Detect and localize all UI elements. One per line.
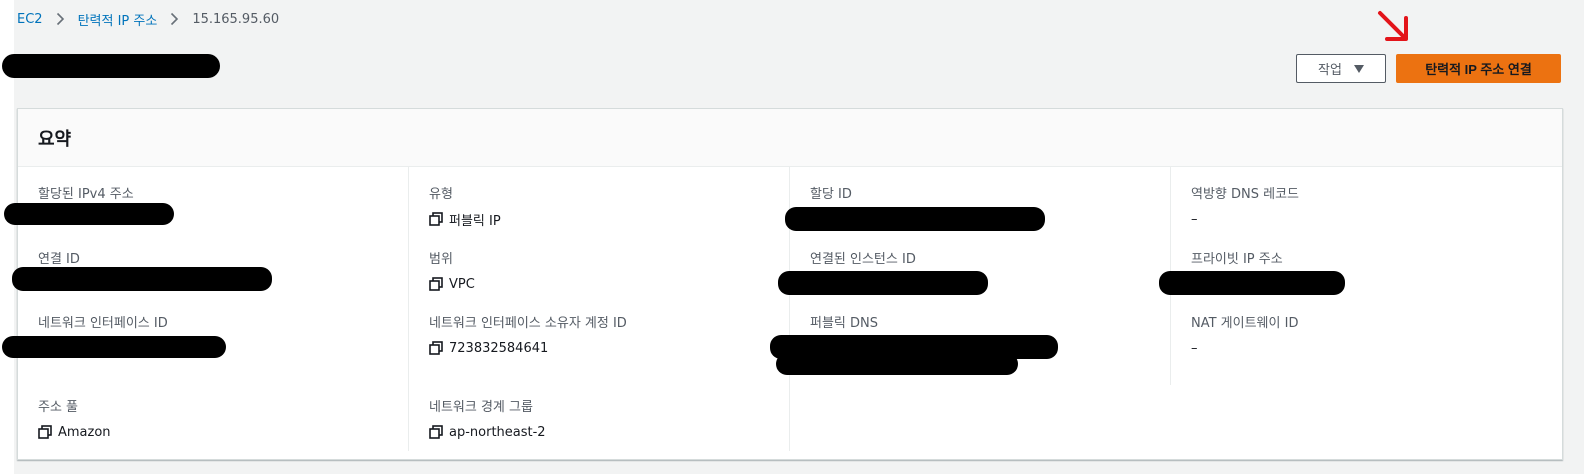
summary-column-3: 할당 ID 연결된 인스턴스 ID 퍼블릭 DNS: [770, 167, 1170, 451]
actions-label: 작업: [1318, 62, 1342, 77]
reverse-dns-value-row: –: [1191, 210, 1299, 228]
summary-header: 요약: [18, 109, 1562, 167]
allocation-id-label: 할당 ID: [810, 187, 852, 202]
copy-icon[interactable]: [429, 277, 443, 291]
summary-title: 요약: [38, 128, 72, 150]
private-ip-label: 프라이빗 IP 주소: [1191, 252, 1283, 267]
actions-dropdown-button[interactable]: 작업: [1296, 54, 1386, 83]
owner-account-id-field: 네트워크 인터페이스 소유자 계정 ID 723832584641: [429, 312, 627, 357]
breadcrumb-ec2-link[interactable]: EC2: [17, 12, 43, 27]
allocation-id-field: 할당 ID: [810, 183, 852, 202]
nat-gateway-id-value: –: [1191, 340, 1198, 356]
owner-account-id-value: 723832584641: [449, 340, 549, 356]
association-id-field: 연결 ID: [38, 248, 80, 267]
page-title-redaction: [2, 54, 220, 78]
nat-gateway-id-field: NAT 게이트웨이 ID –: [1191, 312, 1298, 357]
address-pool-value-row: Amazon: [38, 423, 111, 441]
annotation-arrow-icon: [1378, 11, 1408, 41]
private-ip-redaction: [1159, 271, 1345, 295]
copy-icon[interactable]: [429, 425, 443, 439]
associated-instance-id-redaction: [778, 271, 988, 295]
summary-column-4: 역방향 DNS 레코드 – 프라이빗 IP 주소 NAT 게이트웨이 ID –: [1159, 167, 1551, 385]
nat-gateway-id-label: NAT 게이트웨이 ID: [1191, 316, 1299, 331]
allocation-id-redaction: [785, 207, 1045, 231]
allocated-ipv4-field: 할당된 IPv4 주소: [38, 183, 134, 202]
associate-elastic-ip-button[interactable]: 탄력적 IP 주소 연결: [1396, 54, 1561, 83]
summary-panel: 요약 할당된 IPv4 주소 연결 ID 네트워크 인터페이스 ID 주소 풀 …: [2, 108, 1563, 460]
scope-value-row: VPC: [429, 275, 475, 293]
copy-icon[interactable]: [38, 425, 52, 439]
scope-value: VPC: [449, 276, 475, 292]
public-dns-redaction-2: [776, 353, 1018, 375]
public-dns-field: 퍼블릭 DNS: [810, 312, 878, 331]
address-pool-value: Amazon: [58, 424, 111, 440]
type-value: 퍼블릭 IP: [449, 213, 501, 229]
address-pool-label: 주소 풀: [38, 400, 79, 415]
address-pool-field: 주소 풀 Amazon: [38, 396, 111, 441]
network-border-group-value-row: ap-northeast-2: [429, 423, 546, 441]
association-id-redaction: [12, 267, 272, 291]
allocated-ipv4-redaction: [4, 203, 174, 225]
network-interface-id-field: 네트워크 인터페이스 ID: [38, 312, 168, 331]
summary-column-1: 할당된 IPv4 주소 연결 ID 네트워크 인터페이스 ID 주소 풀 Ama…: [2, 167, 399, 445]
page: EC2 탄력적 IP 주소 15.165.95.60 작업 탄력적 IP 주소 …: [2, 0, 1584, 474]
associated-instance-id-field: 연결된 인스턴스 ID: [810, 248, 916, 267]
nat-gateway-id-value-row: –: [1191, 339, 1298, 357]
type-field: 유형 퍼블릭 IP: [429, 183, 501, 229]
owner-account-id-value-row: 723832584641: [429, 339, 627, 357]
caret-down-icon: [1353, 64, 1364, 73]
breadcrumb-current: 15.165.95.60: [192, 11, 280, 27]
summary-column-2: 유형 퍼블릭 IP 범위 VPC 네트워크 인터페이스 소유자 계정 ID 72…: [408, 167, 789, 451]
network-border-group-value: ap-northeast-2: [449, 424, 546, 440]
scope-label: 범위: [429, 252, 453, 267]
breadcrumb: EC2 탄력적 IP 주소 15.165.95.60: [17, 10, 280, 29]
copy-icon[interactable]: [429, 341, 443, 355]
chevron-right-icon: [56, 12, 65, 26]
copy-icon[interactable]: [429, 212, 443, 226]
type-label: 유형: [429, 187, 453, 202]
network-border-group-field: 네트워크 경계 그룹 ap-northeast-2: [429, 396, 546, 441]
associated-instance-id-label: 연결된 인스턴스 ID: [810, 252, 916, 267]
network-interface-id-redaction: [2, 336, 226, 358]
reverse-dns-label: 역방향 DNS 레코드: [1191, 187, 1300, 202]
allocated-ipv4-label: 할당된 IPv4 주소: [38, 187, 134, 202]
network-border-group-label: 네트워크 경계 그룹: [429, 400, 533, 415]
public-dns-label: 퍼블릭 DNS: [810, 316, 878, 331]
private-ip-field: 프라이빗 IP 주소: [1191, 248, 1283, 267]
owner-account-id-label: 네트워크 인터페이스 소유자 계정 ID: [429, 316, 627, 331]
scope-field: 범위 VPC: [429, 248, 475, 293]
network-interface-id-label: 네트워크 인터페이스 ID: [38, 316, 168, 331]
type-value-row: 퍼블릭 IP: [429, 210, 501, 229]
chevron-right-icon: [170, 12, 179, 26]
breadcrumb-elastic-ip-link[interactable]: 탄력적 IP 주소: [78, 10, 158, 29]
association-id-label: 연결 ID: [38, 252, 80, 267]
reverse-dns-value: –: [1191, 211, 1198, 227]
reverse-dns-field: 역방향 DNS 레코드 –: [1191, 183, 1299, 228]
